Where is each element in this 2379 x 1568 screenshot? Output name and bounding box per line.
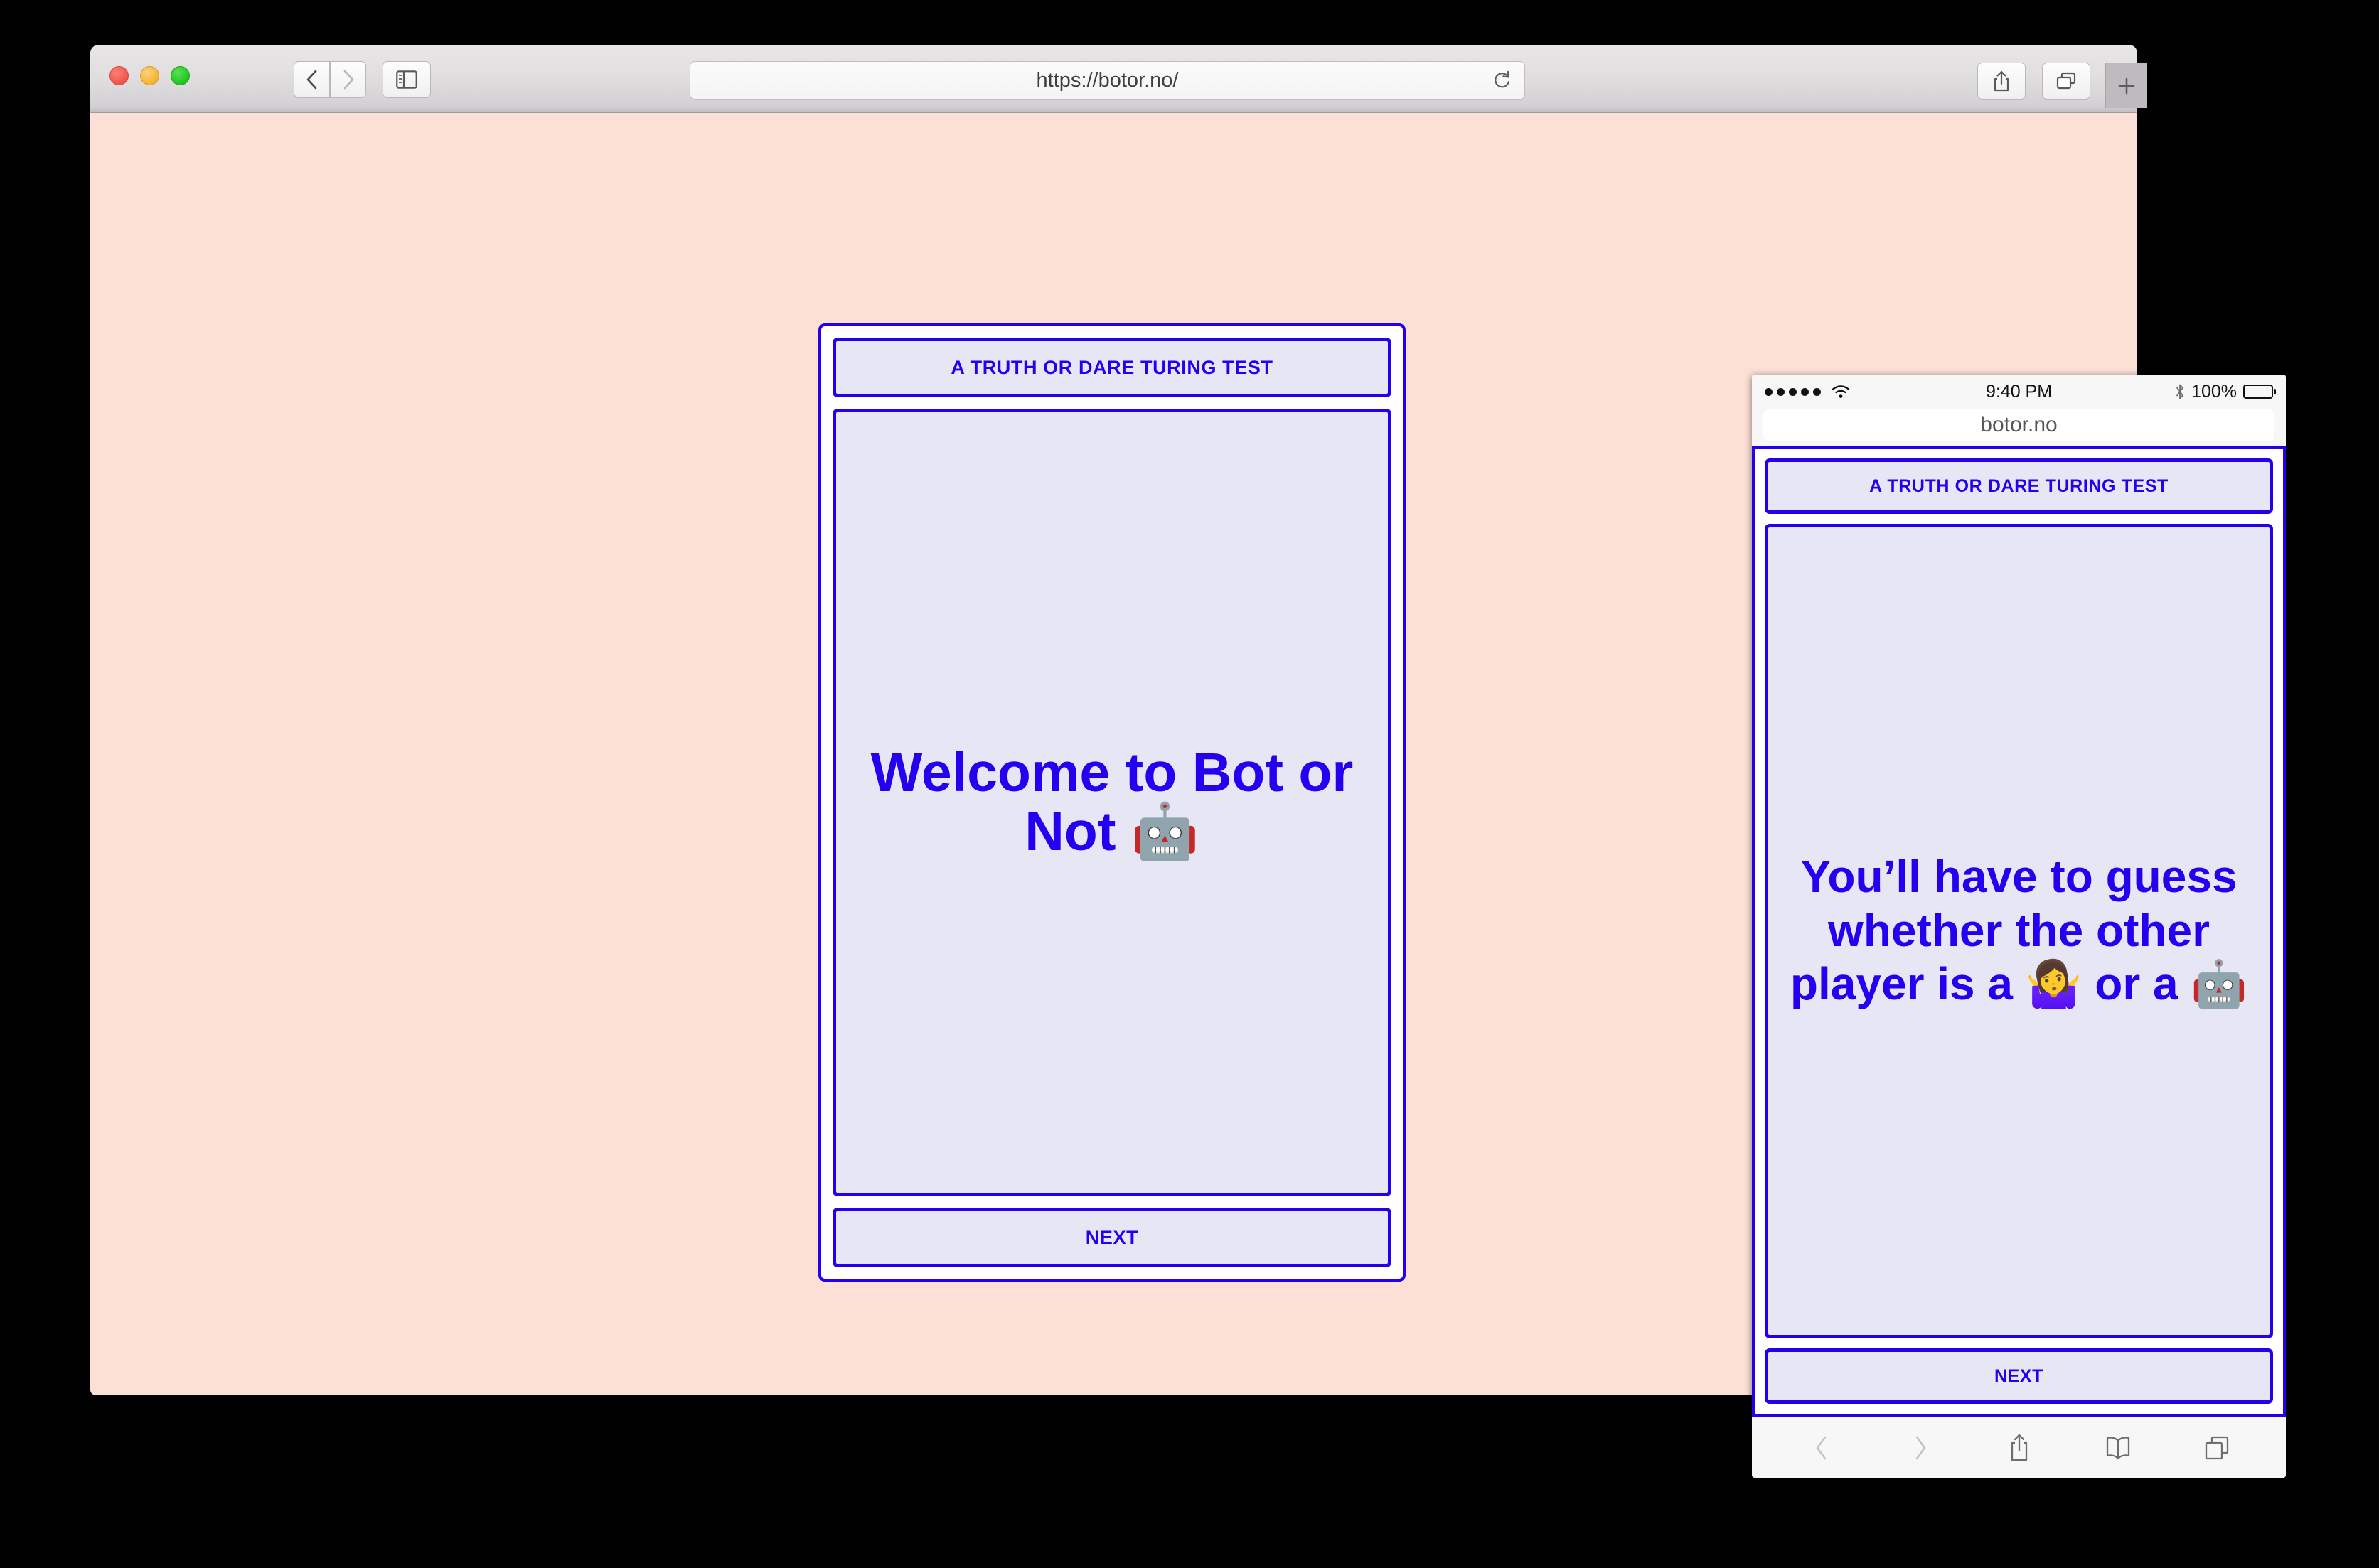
ios-share-button[interactable] bbox=[1994, 1427, 2044, 1469]
app-content-panel-mobile: You’ll have to guess whether the other p… bbox=[1765, 524, 2273, 1338]
window-traffic-lights bbox=[109, 66, 190, 85]
sidebar-icon bbox=[396, 70, 417, 89]
tabs-icon bbox=[2203, 1434, 2231, 1462]
reload-button[interactable] bbox=[1490, 68, 1514, 92]
mobile-device-frame: 9:40 PM 100% botor.no A TRUTH OR DARE TU… bbox=[1752, 375, 2286, 1478]
book-icon bbox=[2104, 1434, 2132, 1462]
next-button-mobile[interactable]: NEXT bbox=[1765, 1348, 2273, 1404]
close-window-button[interactable] bbox=[109, 66, 129, 85]
app-title-banner-mobile: A TRUTH OR DARE TURING TEST bbox=[1765, 458, 2273, 514]
screenshot-stage: A TRUTH OR DARE TURING TEST Welcome to B… bbox=[0, 0, 2379, 1568]
app-card-desktop: A TRUTH OR DARE TURING TEST Welcome to B… bbox=[818, 323, 1406, 1282]
welcome-heading-line-1: Welcome to Bot or bbox=[871, 742, 1354, 803]
ios-webview: A TRUTH OR DARE TURING TEST You’ll have … bbox=[1752, 446, 2286, 1417]
chevron-left-icon bbox=[1813, 1434, 1830, 1462]
app-title-text-mobile: A TRUTH OR DARE TURING TEST bbox=[1869, 476, 2169, 497]
zoom-window-button[interactable] bbox=[171, 66, 190, 85]
chevron-left-icon bbox=[305, 68, 319, 91]
robot-emoji: 🤖 bbox=[1131, 800, 1199, 864]
share-button[interactable] bbox=[1977, 63, 2026, 100]
tab-overview-button[interactable] bbox=[2042, 63, 2090, 100]
app-content-panel: Welcome to Bot or Not 🤖 bbox=[833, 409, 1391, 1196]
reload-icon bbox=[1493, 70, 1512, 90]
ios-forward-button[interactable] bbox=[1896, 1427, 1945, 1469]
battery-percent-label: 100% bbox=[2191, 382, 2237, 402]
shrug-emoji: 🤷‍♀️ bbox=[2026, 958, 2083, 1011]
status-bar-right: 100% bbox=[2175, 382, 2273, 402]
bluetooth-icon bbox=[2175, 383, 2185, 400]
ios-tabs-button[interactable] bbox=[2192, 1427, 2242, 1469]
ios-back-button[interactable] bbox=[1797, 1427, 1846, 1469]
sidebar-toggle-button[interactable] bbox=[383, 61, 431, 98]
chevron-right-icon bbox=[1912, 1434, 1929, 1462]
instruction-line-4: or a bbox=[2095, 958, 2178, 1009]
new-tab-button[interactable] bbox=[2105, 63, 2147, 108]
back-button[interactable] bbox=[294, 61, 330, 98]
address-bar-url: https://botor.no/ bbox=[1037, 69, 1179, 92]
next-button-label-mobile: NEXT bbox=[1994, 1366, 2043, 1387]
status-bar-left bbox=[1765, 384, 1851, 399]
share-icon bbox=[2007, 1432, 2031, 1464]
address-bar[interactable]: https://botor.no/ bbox=[690, 61, 1525, 100]
ios-url-field[interactable]: botor.no bbox=[1763, 409, 2274, 441]
welcome-heading: Welcome to Bot or Not 🤖 bbox=[866, 743, 1358, 861]
next-button-label: NEXT bbox=[1086, 1227, 1138, 1249]
chevron-right-icon bbox=[341, 68, 355, 91]
battery-icon bbox=[2243, 385, 2273, 399]
ios-url-text: botor.no bbox=[1980, 413, 2057, 437]
welcome-heading-line-2: Not bbox=[1025, 801, 1116, 862]
app-title-banner: A TRUTH OR DARE TURING TEST bbox=[833, 338, 1391, 397]
ios-address-bar[interactable]: botor.no bbox=[1752, 409, 2286, 446]
wifi-icon bbox=[1831, 384, 1851, 399]
signal-strength-icon bbox=[1765, 388, 1821, 396]
robot-emoji-mobile: 🤖 bbox=[2191, 958, 2247, 1011]
instruction-line-1: You’ll have to bbox=[1800, 851, 2092, 902]
ios-bottom-toolbar bbox=[1752, 1417, 2286, 1478]
forward-button[interactable] bbox=[330, 61, 366, 98]
app-card-mobile: A TRUTH OR DARE TURING TEST You’ll have … bbox=[1752, 446, 2286, 1417]
ios-bookmarks-button[interactable] bbox=[2093, 1427, 2143, 1469]
instruction-heading: You’ll have to guess whether the other p… bbox=[1782, 850, 2255, 1012]
app-title-text: A TRUTH OR DARE TURING TEST bbox=[951, 357, 1273, 379]
next-button-desktop[interactable]: NEXT bbox=[833, 1208, 1391, 1267]
plus-icon bbox=[2116, 75, 2137, 97]
share-icon bbox=[1992, 70, 2011, 92]
ios-status-bar: 9:40 PM 100% bbox=[1752, 375, 2286, 409]
tabs-icon bbox=[2055, 71, 2077, 91]
minimize-window-button[interactable] bbox=[140, 66, 159, 85]
